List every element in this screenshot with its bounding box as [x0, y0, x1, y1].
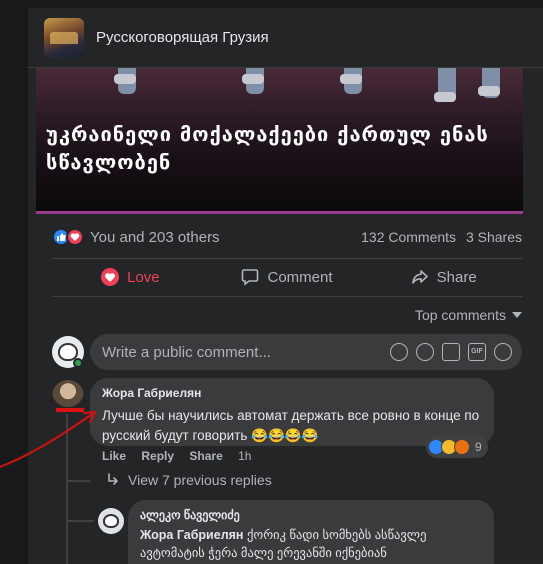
thread-connector — [66, 480, 90, 482]
shoe — [340, 74, 362, 84]
comment-button[interactable]: Comment — [209, 261, 366, 293]
comment-share-link[interactable]: Share — [189, 449, 222, 463]
love-reaction-icon — [66, 228, 84, 246]
annotation-underline — [56, 408, 84, 412]
post-actions: Love Comment Share — [52, 261, 522, 293]
comment-reply-link[interactable]: Reply — [141, 449, 174, 463]
group-avatar[interactable] — [44, 17, 84, 58]
comment-input[interactable]: Write a public comment... GIF — [90, 334, 522, 370]
reply-arrow-icon — [108, 473, 118, 485]
reply-text: Жора Габриелян ქორიკ წადი სომხებს ასწავლ… — [140, 526, 482, 562]
comment-actions: Like Reply Share 1h — [102, 449, 263, 463]
post-stats: 132 Comments 3 Shares — [361, 229, 522, 245]
comment-like-link[interactable]: Like — [102, 449, 126, 463]
online-status-dot — [73, 358, 83, 368]
divider — [52, 258, 522, 259]
view-previous-replies[interactable]: View 7 previous replies — [106, 472, 272, 488]
reply-author-avatar[interactable] — [98, 508, 124, 534]
composer-tools: GIF — [390, 343, 512, 361]
reactions-summary[interactable]: You and 203 others 132 Comments 3 Shares — [52, 226, 522, 248]
shoe — [478, 86, 500, 96]
comment-sort[interactable]: Top comments — [52, 307, 522, 323]
comment-placeholder: Write a public comment... — [102, 343, 271, 361]
love-label: Love — [127, 268, 160, 286]
view-replies-label: View 7 previous replies — [128, 472, 272, 488]
love-icon — [101, 268, 120, 286]
gif-icon[interactable]: GIF — [468, 343, 486, 361]
sort-label[interactable]: Top comments — [415, 307, 506, 323]
post-card: უკრაინელი მოქალაქეები ქართულ ენას სწავლო… — [28, 68, 543, 564]
share-label: Share — [436, 268, 477, 286]
share-button[interactable]: Share — [365, 261, 522, 293]
chevron-down-icon — [512, 312, 522, 318]
emoji-icon[interactable] — [416, 343, 434, 361]
group-name[interactable]: Русскоговорящая Грузия — [96, 29, 269, 46]
shares-count[interactable]: 3 Shares — [466, 229, 522, 245]
comment-text: Лучше бы научились автомат держать все р… — [102, 408, 480, 443]
reaction-count[interactable]: You and 203 others — [90, 229, 220, 246]
divider — [52, 296, 522, 297]
thread-line — [66, 414, 68, 564]
shoe — [242, 74, 264, 84]
comments-count[interactable]: 132 Comments — [361, 229, 456, 245]
shoe — [434, 92, 456, 102]
love-button[interactable]: Love — [52, 261, 209, 293]
comment-label: Comment — [267, 268, 333, 286]
camera-icon[interactable] — [442, 343, 460, 361]
group-header: Русскоговорящая Грузия — [28, 8, 543, 68]
share-icon — [411, 270, 428, 284]
angry-reaction-icon — [454, 439, 470, 455]
comment-icon — [242, 269, 259, 286]
post-headline: უკრაინელი მოქალაქეები ქართულ ენას სწავლო… — [46, 122, 489, 174]
cat-avatar-icon — [103, 514, 119, 528]
comment-reactions[interactable]: 9 — [426, 436, 488, 458]
reply-bubble: ალეკო წაველიძე Жора Габриелян ქორიკ წადი… — [128, 500, 494, 564]
link-preview-accent — [36, 211, 523, 214]
comment-reaction-count: 9 — [475, 440, 482, 454]
avatar-sticker-icon[interactable] — [390, 343, 408, 361]
thread-connector — [66, 520, 94, 522]
sticker-icon[interactable] — [494, 343, 512, 361]
shoe — [114, 74, 136, 84]
reply-author[interactable]: ალეკო წაველიძე — [140, 508, 482, 522]
comment-timestamp[interactable]: 1h — [238, 449, 251, 463]
post-image[interactable]: უკრაინელი მოქალაქეები ქართულ ენას სწავლო… — [36, 68, 523, 211]
reply-mention[interactable]: Жора Габриелян — [140, 528, 243, 542]
comment-author[interactable]: Жора Габриелян — [102, 386, 482, 400]
